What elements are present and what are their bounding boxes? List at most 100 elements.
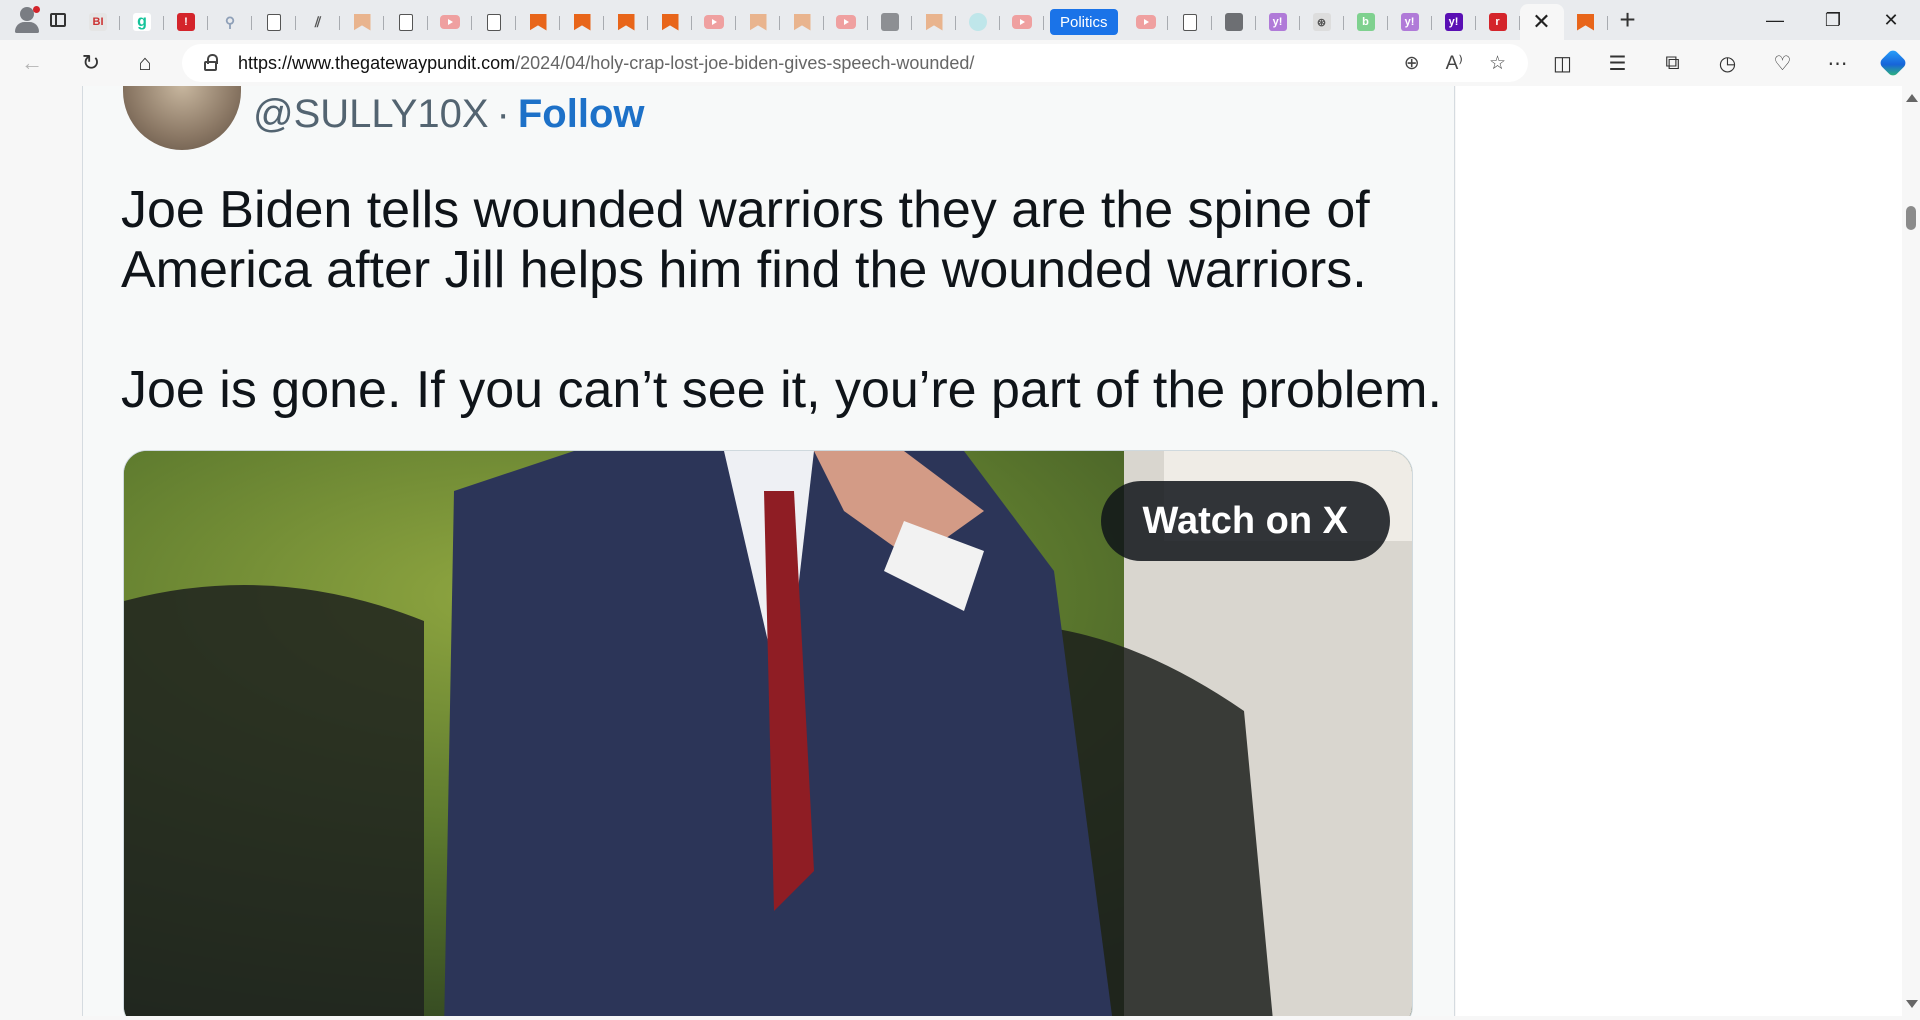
home-button[interactable]: ⌂ [118,40,172,86]
tab[interactable] [780,7,824,37]
red-favicon-icon: ! [177,13,195,31]
refresh-button[interactable]: ↻ [64,40,118,86]
follow-link[interactable]: Follow [518,92,645,136]
restore-button[interactable]: ❐ [1804,0,1862,40]
search-favicon-icon: ⚲ [224,13,236,30]
reddit-favicon-icon: r [1488,13,1507,31]
tab[interactable] [692,7,736,37]
close-window-button[interactable]: ✕ [1862,0,1920,40]
video-favicon-icon [704,15,724,29]
tab[interactable] [604,7,648,37]
active-tab[interactable]: ✕ [1519,4,1564,40]
new-tab-button[interactable]: + [1608,0,1648,40]
tab[interactable]: ! [164,7,208,37]
tab[interactable] [868,7,912,37]
navigation-bar: ← ↻ ⌂ https://www.thegatewaypundit.com/2… [0,40,1920,86]
tab[interactable] [560,7,604,37]
tab[interactable]: ⫽ [296,7,340,37]
tab[interactable] [956,7,1000,37]
profile-button[interactable] [0,0,40,40]
favorites-icon[interactable]: ☰ [1590,40,1645,86]
tab[interactable]: ⊛ [1300,7,1344,37]
more-menu-icon[interactable]: ⋯ [1810,40,1865,86]
tab[interactable] [472,7,516,37]
tab[interactable] [1212,7,1256,37]
scrollbar-thumb[interactable] [1906,206,1916,230]
tab[interactable]: b [1344,7,1388,37]
bookmark-favicon-icon [925,13,943,31]
tab[interactable] [384,7,428,37]
tab-group-politics[interactable]: Politics [1050,9,1118,35]
browser-essentials-icon[interactable]: ♡ [1755,40,1810,86]
tab[interactable]: ⚲ [208,7,252,37]
split-screen-icon[interactable]: ◫ [1535,40,1590,86]
tweet-video[interactable]: Watch on X [123,450,1413,1016]
watch-on-x-button[interactable]: Watch on X [1100,481,1390,561]
back-button[interactable]: ← [0,40,64,86]
window-controls: — ❐ ✕ [1746,0,1920,40]
tab[interactable] [824,7,868,37]
tab-bar: BI g ! ⚲ ⫽ Politics y! ⊛ b y! y! r ✕ + —… [0,0,1920,40]
tab[interactable] [648,7,692,37]
page-scrollbar[interactable] [1902,86,1920,1016]
bookmark-favicon-icon [353,13,371,31]
minimize-button[interactable]: — [1746,0,1804,40]
lock-icon [203,54,218,71]
favorite-star-icon[interactable]: ☆ [1489,52,1506,75]
tab-strip: BI g ! ⚲ ⫽ Politics y! ⊛ b y! y! r ✕ + [76,0,1746,40]
chat-favicon-icon [969,13,987,31]
image-favicon-icon [881,13,899,31]
notification-dot [33,6,40,13]
address-bar[interactable]: https://www.thegatewaypundit.com/2024/04… [182,44,1528,82]
home-icon: ⌂ [138,50,152,75]
collections-icon[interactable]: ⧉ [1645,40,1700,86]
document-favicon-icon [267,13,281,31]
bookmark-favicon-icon [661,13,679,31]
tab[interactable]: r [1476,7,1520,37]
site-info-button[interactable] [182,54,238,71]
copilot-button[interactable] [1865,40,1920,86]
bi-favicon-icon: BI [89,13,107,31]
read-aloud-icon[interactable]: A⁾ [1446,52,1463,75]
tab[interactable] [252,7,296,37]
tab[interactable] [736,7,780,37]
history-icon[interactable]: ◷ [1700,40,1755,86]
scroll-up-arrow-icon[interactable] [1906,94,1918,102]
tab[interactable] [516,7,560,37]
image-favicon-icon [1224,13,1243,31]
tweet-author-handle[interactable]: @SULLY10X [253,92,489,136]
yahoo-favicon-icon: y! [1268,13,1287,31]
scroll-down-arrow-icon[interactable] [1906,1000,1918,1008]
url-text[interactable]: https://www.thegatewaypundit.com/2024/04… [238,53,974,74]
tab[interactable] [1564,7,1608,37]
tab[interactable] [1124,7,1168,37]
bookmark-favicon-icon [1577,13,1595,31]
tab[interactable]: BI [76,7,120,37]
tweet-paragraph: Joe is gone. If you can’t see it, you’re… [121,361,1442,419]
bookmark-favicon-icon [793,13,811,31]
close-tab-icon[interactable]: ✕ [1532,9,1550,35]
arrow-left-icon: ← [21,50,43,75]
tab-actions-button[interactable] [40,0,76,40]
green-favicon-icon: b [1356,13,1375,31]
tab[interactable] [428,7,472,37]
embedded-tweet: @SULLY10X · Follow Joe Biden tells wounded… [82,86,1455,1016]
tab[interactable] [1168,7,1212,37]
page-viewport: @SULLY10X · Follow Joe Biden tells wounded… [0,86,1902,1016]
url-path: /2024/04/holy-crap-lost-joe-biden-gives-… [515,52,975,73]
zoom-icon[interactable]: ⊕ [1404,52,1420,75]
tab[interactable] [912,7,956,37]
tab[interactable]: y! [1256,7,1300,37]
toolbar: ◫ ☰ ⧉ ◷ ♡ ⋯ [1535,40,1920,86]
tweet-author-avatar[interactable] [123,86,241,150]
right-sidebar [1456,86,1902,1016]
tab[interactable] [1000,7,1044,37]
vertical-tabs-icon [50,13,66,27]
yahoo-favicon-icon: y! [1444,13,1463,31]
tab[interactable]: g [120,7,164,37]
video-favicon-icon [440,15,460,29]
bookmark-favicon-icon [749,13,767,31]
tab[interactable]: y! [1432,7,1476,37]
tab[interactable]: y! [1388,7,1432,37]
tab[interactable] [340,7,384,37]
